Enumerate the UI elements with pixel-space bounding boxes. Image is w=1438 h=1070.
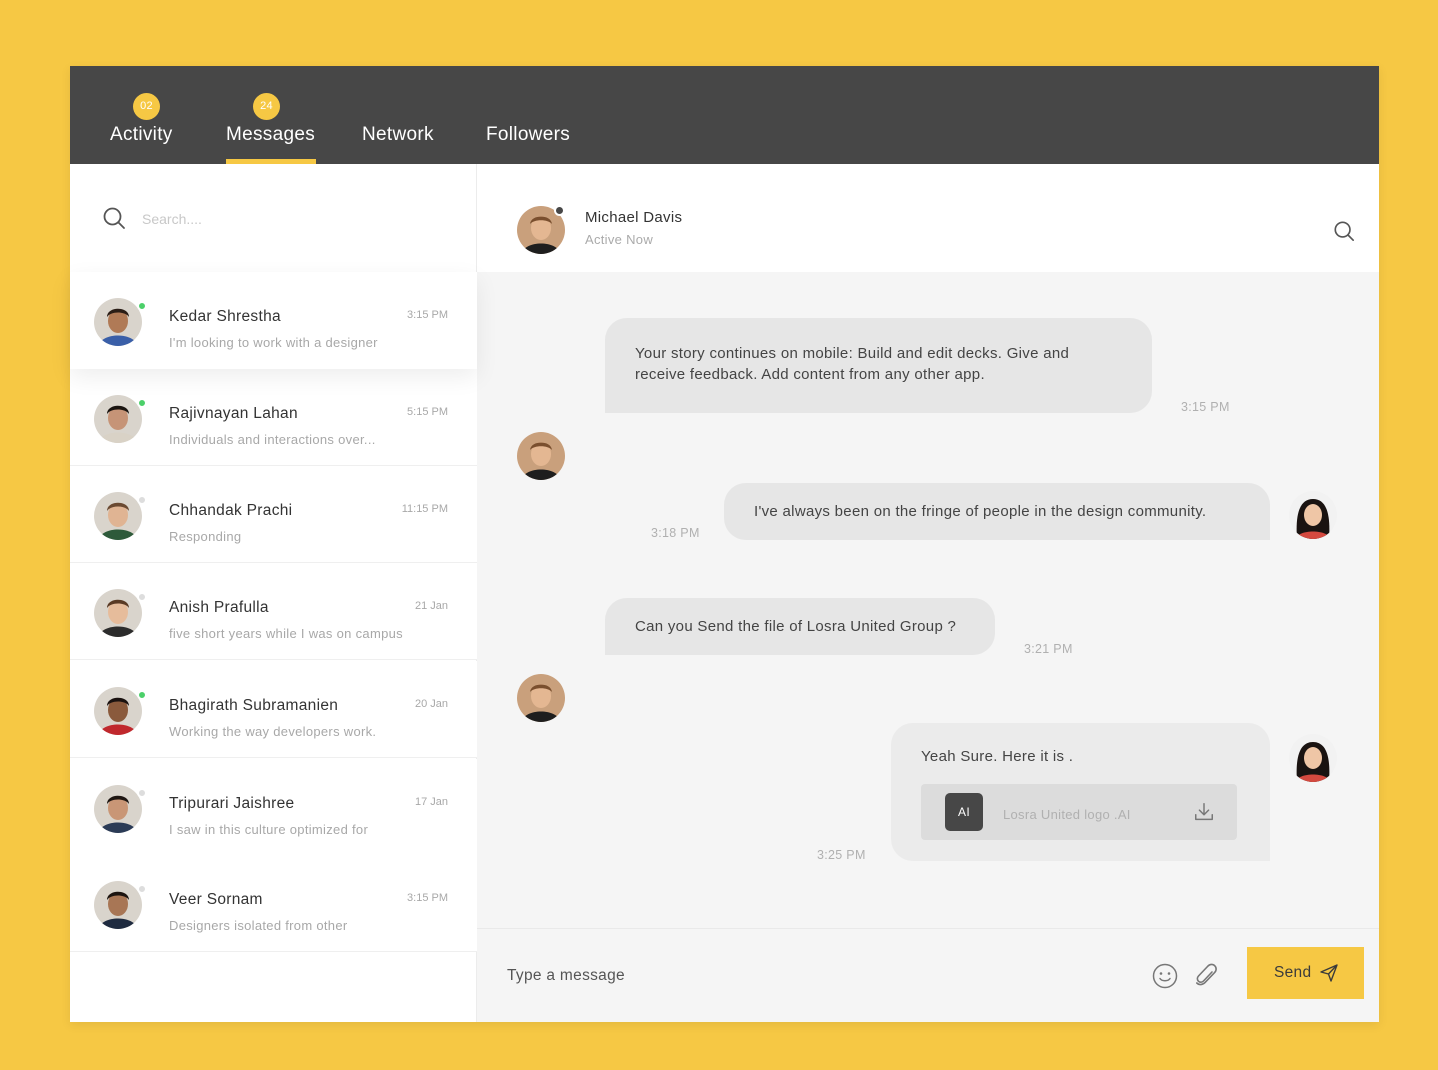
file-attachment[interactable]: AI Losra United logo .AI [921, 784, 1237, 840]
tab-followers[interactable]: Followers [486, 66, 578, 164]
presence-indicator [137, 592, 147, 602]
tab-followers-label: Followers [486, 124, 570, 145]
tab-messages[interactable]: 24 Messages [226, 66, 316, 164]
contact-avatar [94, 687, 142, 735]
search-icon[interactable] [102, 206, 126, 230]
tab-messages-label: Messages [226, 124, 315, 145]
contact-last-message: five short years while I was on campus [169, 626, 403, 641]
send-button[interactable]: Send [1247, 947, 1364, 999]
contact-time: 3:15 PM [407, 892, 448, 904]
message-time: 3:15 PM [1181, 400, 1230, 414]
send-button-label: Send [1274, 964, 1312, 981]
messages-count-badge: 24 [253, 93, 280, 120]
tab-network-label: Network [362, 124, 434, 145]
sender-avatar [517, 674, 565, 722]
chat-panel: Michael Davis Active Now Your story cont… [477, 164, 1379, 1022]
message-text: Your story continues on mobile: Build an… [635, 345, 1070, 383]
contact-name: Veer Sornam [169, 891, 263, 908]
presence-indicator [137, 884, 147, 894]
contact-time: 11:15 PM [401, 503, 448, 515]
contact-item[interactable]: Veer Sornam Designers isolated from other… [70, 855, 477, 952]
contact-last-message: Responding [169, 529, 242, 544]
message-text: Yeah Sure. Here it is . [921, 748, 1074, 765]
my-avatar [1289, 734, 1337, 782]
presence-indicator [137, 690, 147, 700]
conversation-sidebar: Kedar Shrestha I'm looking to work with a… [70, 164, 477, 1022]
contact-name: Anish Prafulla [169, 599, 269, 616]
message-composer: Send [477, 928, 1379, 1022]
contact-time: 17 Jan [414, 796, 448, 808]
message-text: Can you Send the file of Losra United Gr… [635, 618, 957, 635]
file-name: Losra United logo .AI [1003, 807, 1131, 822]
contact-item[interactable]: Kedar Shrestha I'm looking to work with a… [70, 272, 477, 369]
my-avatar [1289, 491, 1337, 539]
search-icon[interactable] [1333, 220, 1355, 242]
tab-network[interactable]: Network [362, 66, 442, 164]
presence-indicator [137, 398, 147, 408]
message-time: 3:25 PM [817, 848, 866, 862]
contact-item[interactable]: Bhagirath Subramanien Working the way dev… [70, 661, 477, 758]
presence-indicator [137, 788, 147, 798]
contact-item[interactable]: Rajivnayan Lahan Individuals and interact… [70, 369, 477, 466]
contact-time: 5:15 PM [407, 406, 448, 418]
chat-app-window: 02 Activity 24 Messages Network Follower… [70, 66, 1379, 1022]
outgoing-message-bubble: Yeah Sure. Here it is . AI Losra United … [891, 723, 1270, 861]
contact-avatar [94, 298, 142, 346]
message-time: 3:18 PM [651, 526, 700, 540]
contact-presence-badge [554, 205, 565, 216]
contact-name: Rajivnayan Lahan [169, 405, 298, 422]
contact-time: 3:15 PM [407, 309, 448, 321]
contact-name: Bhagirath Subramanien [169, 697, 339, 714]
top-nav: 02 Activity 24 Messages Network Follower… [70, 66, 1379, 164]
contact-last-message: Designers isolated from other [169, 918, 348, 933]
download-icon[interactable] [1193, 801, 1215, 823]
contact-last-message: I saw in this culture optimized for [169, 822, 369, 837]
paperclip-icon[interactable] [1193, 962, 1219, 990]
smiley-icon[interactable] [1151, 962, 1179, 990]
contact-last-message: Working the way developers work. [169, 724, 377, 739]
contact-avatar [94, 589, 142, 637]
contact-last-message: I'm looking to work with a designer [169, 335, 378, 350]
send-icon [1320, 964, 1338, 982]
activity-count-badge: 02 [133, 93, 160, 120]
contact-name: Chhandak Prachi [169, 502, 293, 519]
contact-item[interactable]: Chhandak Prachi Responding 11:15 PM [70, 466, 477, 563]
contact-avatar [94, 881, 142, 929]
contact-name: Tripurari Jaishree [169, 795, 295, 812]
presence-indicator [137, 495, 147, 505]
contact-avatar [94, 492, 142, 540]
contact-time: 21 Jan [414, 600, 448, 612]
contact-item[interactable]: Tripurari Jaishree I saw in this culture … [70, 759, 477, 856]
chat-contact-name: Michael Davis [585, 209, 683, 226]
message-time: 3:21 PM [1024, 642, 1073, 656]
search-input[interactable] [142, 206, 442, 232]
tab-activity[interactable]: 02 Activity [110, 66, 182, 164]
message-input[interactable] [507, 963, 1107, 989]
incoming-message-bubble: Your story continues on mobile: Build an… [605, 318, 1152, 413]
incoming-message-bubble: Can you Send the file of Losra United Gr… [605, 598, 995, 655]
sender-avatar [517, 432, 565, 480]
outgoing-message-bubble: I've always been on the fringe of people… [724, 483, 1270, 540]
contact-item[interactable]: Anish Prafulla five short years while I w… [70, 563, 477, 660]
contact-time: 20 Jan [414, 698, 448, 710]
presence-indicator [137, 301, 147, 311]
ai-file-icon: AI [945, 793, 983, 831]
chat-contact-status: Active Now [585, 232, 654, 247]
contact-avatar [94, 785, 142, 833]
tab-activity-label: Activity [110, 124, 173, 145]
sidebar-search [70, 164, 477, 272]
chat-header: Michael Davis Active Now [477, 164, 1379, 272]
message-text: I've always been on the fringe of people… [754, 503, 1207, 520]
contact-last-message: Individuals and interactions over... [169, 432, 376, 447]
contact-name: Kedar Shrestha [169, 308, 281, 325]
contact-avatar [94, 395, 142, 443]
